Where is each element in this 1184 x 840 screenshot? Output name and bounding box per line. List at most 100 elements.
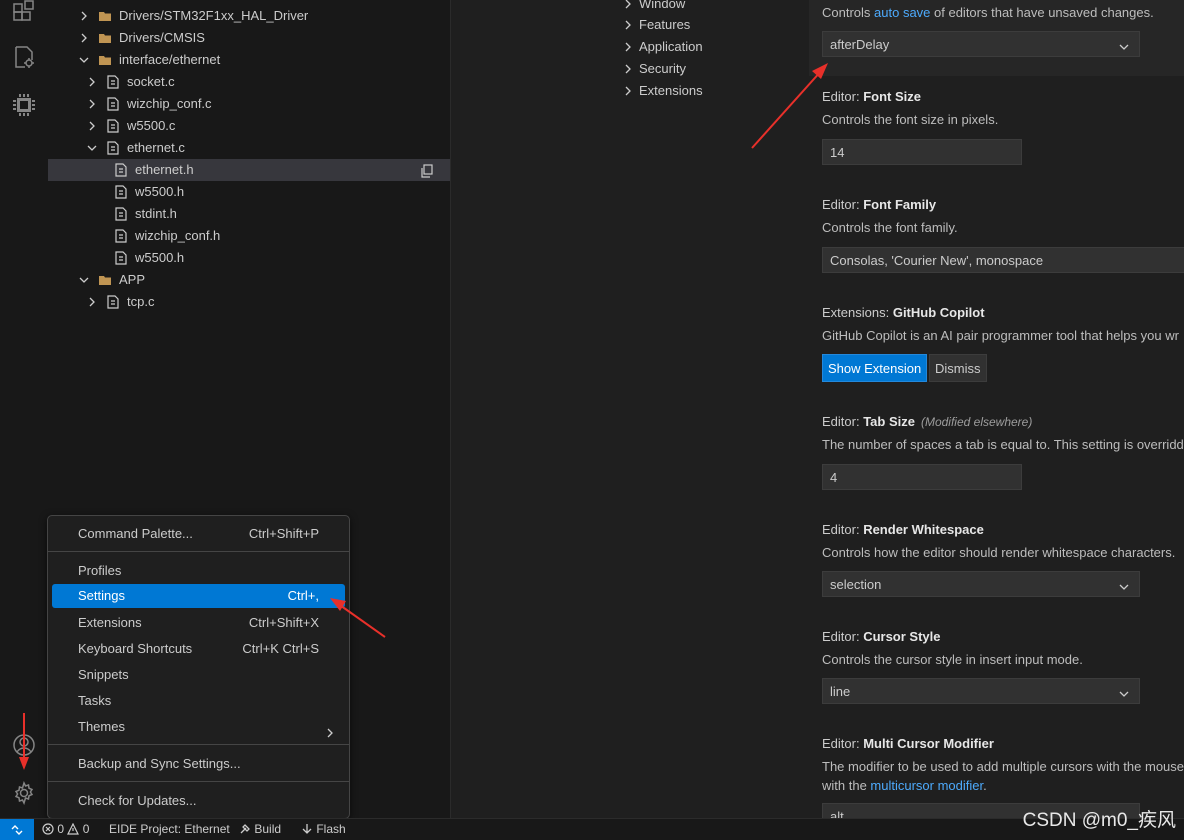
activity-bar	[0, 0, 49, 818]
chevron-right-icon	[325, 722, 335, 738]
dismiss-button[interactable]: Dismiss	[929, 354, 987, 382]
chevron-right-icon	[623, 64, 633, 74]
tree-file-w5500-h[interactable]: w5500.h	[48, 181, 450, 203]
tree-label: Drivers/CMSIS	[119, 30, 205, 45]
folder-icon	[98, 9, 112, 23]
chevron-down-icon	[87, 143, 97, 153]
flash-icon	[302, 824, 312, 834]
tree-file-stdint-h[interactable]: stdint.h	[48, 203, 450, 225]
menu-item-settings[interactable]: Settings Ctrl+,	[52, 584, 345, 608]
tree-file-tcp-c[interactable]: tcp.c	[48, 291, 450, 313]
folder-icon	[98, 31, 112, 45]
chevron-right-icon	[623, 20, 633, 30]
eide-icon[interactable]	[12, 45, 36, 69]
setting-multicursor-desc-2: with the multicursor modifier.	[822, 778, 987, 793]
tree-label: ethernet.h	[135, 162, 194, 177]
tree-label: APP	[119, 272, 146, 287]
build-icon	[240, 824, 250, 834]
chevron-right-icon	[87, 297, 97, 307]
remote-icon[interactable]	[0, 819, 34, 840]
menu-separator	[48, 551, 349, 552]
show-extension-button[interactable]: Show Extension	[822, 354, 928, 382]
setting-render-whitespace-desc: Controls how the editor should render wh…	[822, 545, 1176, 560]
menu-item-extensions[interactable]: Extensions Ctrl+Shift+X	[52, 611, 345, 635]
setting-multicursor-title: Editor: Multi Cursor Modifier	[822, 736, 994, 751]
tree-label: w5500.c	[127, 118, 176, 133]
flash-status[interactable]: Flash	[301, 822, 346, 836]
tree-file-w5500-c[interactable]: w5500.c	[48, 115, 450, 137]
toc-label: Extensions	[639, 83, 703, 98]
file-icon	[114, 251, 128, 265]
chevron-right-icon	[623, 86, 633, 96]
render-whitespace-select[interactable]: selection	[822, 571, 1140, 597]
menu-item-snippets[interactable]: Snippets	[52, 663, 345, 687]
tree-label: tcp.c	[127, 294, 155, 309]
tree-label: wizchip_conf.h	[135, 228, 221, 243]
tree-label: w5500.h	[135, 250, 185, 265]
file-icon	[114, 229, 128, 243]
manage-menu: Command Palette... Ctrl+Shift+P Profiles …	[47, 515, 350, 819]
copy-icon[interactable]	[420, 163, 434, 178]
chevron-right-icon	[87, 121, 97, 131]
cursor-style-select[interactable]: line	[822, 678, 1140, 704]
font-family-input[interactable]: Consolas, 'Courier New', monospace	[822, 247, 1184, 273]
tree-label: interface/ethernet	[119, 52, 221, 67]
menu-item-tasks[interactable]: Tasks	[52, 689, 345, 713]
tree-folder-drivers-cmsis[interactable]: Drivers/CMSIS	[48, 27, 450, 49]
chevron-right-icon	[623, 0, 633, 9]
setting-font-family-desc: Controls the font family.	[822, 220, 958, 235]
menu-item-command-palette[interactable]: Command Palette... Ctrl+Shift+P	[52, 522, 345, 546]
tree-file-ethernet-h[interactable]: ethernet.h	[48, 159, 450, 181]
setting-copilot-desc: GitHub Copilot is an AI pair programmer …	[822, 328, 1179, 343]
menu-item-themes[interactable]: Themes	[52, 715, 345, 739]
tree-file-wizchip-conf-c[interactable]: wizchip_conf.c	[48, 93, 450, 115]
tree-label: ethernet.c	[127, 140, 185, 155]
chevron-down-icon	[1119, 40, 1129, 50]
autosave-select[interactable]: afterDelay	[822, 31, 1140, 57]
chevron-right-icon	[87, 99, 97, 109]
menu-item-backup-sync[interactable]: Backup and Sync Settings...	[52, 752, 345, 776]
chevron-right-icon	[79, 11, 89, 21]
chip-icon[interactable]	[12, 93, 36, 117]
setting-font-size-desc: Controls the font size in pixels.	[822, 112, 999, 127]
menu-separator	[48, 744, 349, 745]
file-icon	[106, 141, 120, 155]
tree-folder-drivers-hal[interactable]: Drivers/STM32F1xx_HAL_Driver	[48, 5, 450, 27]
settings-editor: Controls auto save of editors that have …	[787, 0, 1184, 818]
tree-file-ethernet-c[interactable]: ethernet.c	[48, 137, 450, 159]
menu-item-profiles[interactable]: Profiles	[52, 559, 345, 583]
menu-item-keyboard-shortcuts[interactable]: Keyboard Shortcuts Ctrl+K Ctrl+S	[52, 637, 345, 661]
toc-label: Security	[639, 61, 686, 76]
auto-save-link[interactable]: auto save	[874, 5, 930, 20]
extensions-icon[interactable]	[12, 0, 36, 24]
tree-label: w5500.h	[135, 184, 185, 199]
problems-status[interactable]: 0 0	[42, 822, 89, 836]
chevron-right-icon	[623, 42, 633, 52]
setting-tab-size-desc: The number of spaces a tab is equal to. …	[822, 437, 1184, 452]
multicursor-modifier-link[interactable]: multicursor modifier	[870, 778, 983, 793]
tree-file-w5500-h-2[interactable]: w5500.h	[48, 247, 450, 269]
tree-folder-app[interactable]: APP	[48, 269, 450, 291]
menu-item-check-updates[interactable]: Check for Updates...	[52, 789, 345, 813]
font-size-input[interactable]: 14	[822, 139, 1022, 165]
setting-cursor-style-title: Editor: Cursor Style	[822, 629, 941, 644]
setting-multicursor-desc: The modifier to be used to add multiple …	[822, 759, 1184, 774]
tab-size-input[interactable]: 4	[822, 464, 1022, 490]
eide-project-status[interactable]: EIDE Project: Ethernet	[109, 822, 230, 836]
setting-autosave-desc: Controls auto save of editors that have …	[822, 5, 1154, 20]
setting-copilot-title: Extensions: GitHub Copilot	[822, 305, 985, 320]
toc-label: Window	[639, 0, 686, 11]
status-bar: 0 0 EIDE Project: Ethernet Build Flash	[0, 818, 1184, 840]
build-status[interactable]: Build	[239, 822, 281, 836]
tree-file-wizchip-conf-h[interactable]: wizchip_conf.h	[48, 225, 450, 247]
tree-file-socket-c[interactable]: socket.c	[48, 71, 450, 93]
folder-icon	[98, 53, 112, 67]
file-icon	[106, 295, 120, 309]
manage-gear-icon[interactable]	[12, 781, 36, 805]
tree-label: stdint.h	[135, 206, 177, 221]
tree-label: wizchip_conf.c	[127, 96, 212, 111]
account-icon[interactable]	[12, 733, 36, 757]
tree-folder-interface-ethernet[interactable]: interface/ethernet	[48, 49, 450, 71]
file-icon	[106, 75, 120, 89]
chevron-down-icon	[79, 55, 89, 65]
